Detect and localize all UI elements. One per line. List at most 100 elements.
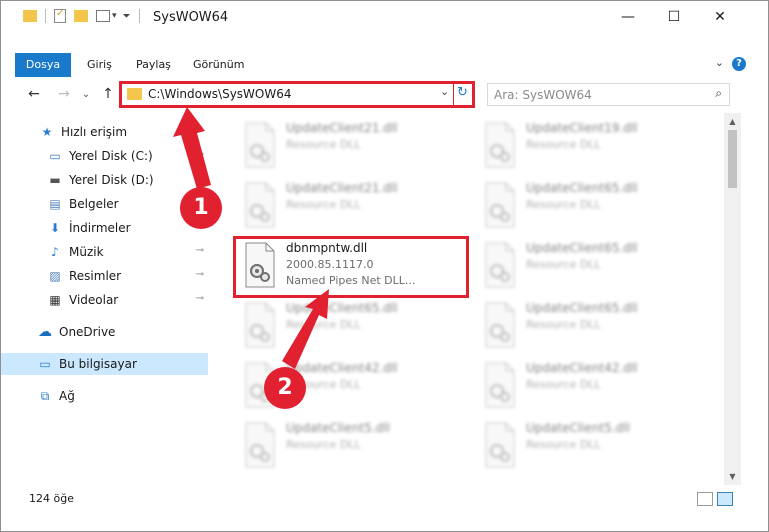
file-name: UpdateClient19.dll — [526, 121, 638, 135]
sidebar-item-local-disk-d[interactable]: ▬ Yerel Disk (D:) ⊸ — [1, 169, 208, 191]
file-name: UpdateClient42.dll — [526, 361, 638, 375]
file-name: dbnmpntw.dll — [286, 241, 368, 255]
file-name: UpdateClient65.dll — [526, 181, 638, 195]
file-tile[interactable]: UpdateClient65.dll Resource DLL — [476, 179, 706, 235]
sidebar-item-this-pc[interactable]: ▭ Bu bilgisayar — [1, 353, 208, 375]
help-icon[interactable]: ? — [732, 57, 746, 71]
sidebar-item-documents[interactable]: ▤ Belgeler ⊸ — [1, 193, 208, 215]
tab-home[interactable]: Giriş — [87, 53, 112, 77]
file-name: UpdateClient42.dll — [286, 361, 398, 375]
scroll-up-icon[interactable]: ▲ — [724, 113, 741, 130]
sidebar-item-label: İndirmeler — [69, 221, 131, 235]
status-item-count: 124 öğe — [29, 492, 74, 505]
search-box[interactable]: ⌕ — [487, 83, 730, 106]
search-icon[interactable]: ⌕ — [715, 86, 722, 101]
refresh-button[interactable]: ↻ — [457, 85, 468, 100]
file-description: Resource DLL — [526, 378, 601, 391]
sidebar-item-label: Hızlı erişim — [61, 125, 128, 139]
file-name: UpdateClient5.dll — [526, 421, 630, 435]
sidebar-item-pictures[interactable]: ▨ Resimler ⊸ — [1, 265, 208, 287]
dll-file-icon — [485, 122, 515, 168]
file-tile[interactable]: UpdateClient65.dll Resource DLL — [236, 299, 466, 355]
drive-icon: ▬ — [49, 173, 61, 187]
file-tile[interactable]: UpdateClient5.dll Resource DLL — [236, 419, 466, 475]
separator — [138, 9, 140, 23]
sidebar-item-videos[interactable]: ▦ Videolar ⊸ — [1, 289, 208, 311]
large-icons-view-button[interactable] — [717, 492, 733, 506]
computer-icon: ▭ — [39, 357, 51, 371]
document-icon: ▤ — [49, 197, 61, 211]
back-button[interactable]: ← — [23, 83, 45, 105]
address-bar[interactable]: C:\Windows\SysWOW64 ⌄ ↻ — [119, 81, 475, 108]
file-description: Resource DLL — [526, 438, 601, 451]
details-view-button[interactable] — [697, 492, 713, 506]
address-divider — [453, 84, 454, 105]
file-name: UpdateClient21.dll — [286, 121, 398, 135]
window-title: SysWOW64 — [153, 10, 229, 25]
network-icon: ⧉ — [40, 388, 50, 403]
tab-view[interactable]: Görünüm — [193, 53, 244, 77]
customize-view-icon[interactable] — [96, 10, 110, 22]
pin-icon: ⊸ — [195, 269, 204, 280]
file-tile[interactable]: UpdateClient21.dll Resource DLL — [236, 119, 466, 175]
file-tile[interactable]: UpdateClient65.dll Resource DLL — [476, 299, 706, 355]
file-description: Resource DLL — [286, 138, 361, 151]
tab-share[interactable]: Paylaş — [136, 53, 171, 77]
sidebar-item-downloads[interactable]: ⬇ İndirmeler ⊸ — [1, 217, 208, 239]
title-bar: ✓ ▾ ⏷ SysWOW64 — ☐ ✕ — [1, 1, 768, 35]
sidebar-item-label: Resimler — [69, 269, 122, 283]
minimize-button[interactable]: — — [605, 1, 651, 33]
vertical-scrollbar[interactable]: ▲ ▼ — [724, 113, 741, 485]
file-description: Resource DLL — [526, 258, 601, 271]
recent-locations-button[interactable]: ⌄ — [75, 83, 97, 105]
file-tile[interactable]: UpdateClient19.dll Resource DLL — [476, 119, 706, 175]
sidebar-item-quick-access[interactable]: ★ Hızlı erişim — [1, 121, 208, 143]
file-tile[interactable]: UpdateClient65.dll Resource DLL — [476, 239, 706, 295]
scroll-down-icon[interactable]: ▼ — [724, 468, 741, 485]
dll-file-icon — [485, 302, 515, 348]
quick-access-toolbar: ✓ ▾ ⏷ — [23, 8, 140, 23]
file-description: Resource DLL — [526, 138, 601, 151]
pin-icon: ⊸ — [195, 173, 204, 184]
file-description: Resource DLL — [286, 438, 361, 451]
file-name: UpdateClient21.dll — [286, 181, 398, 195]
file-description: Resource DLL — [526, 198, 601, 211]
properties-icon[interactable]: ✓ — [54, 8, 66, 23]
up-button[interactable]: ↑ — [97, 83, 119, 105]
file-list: UpdateClient21.dll Resource DLL UpdateCl… — [214, 113, 724, 485]
star-icon: ★ — [41, 125, 53, 139]
dll-file-icon — [245, 122, 275, 168]
close-button[interactable]: ✕ — [697, 1, 743, 33]
forward-button[interactable]: → — [53, 83, 75, 105]
sidebar-item-label: Bu bilgisayar — [59, 357, 137, 371]
sidebar-item-music[interactable]: ♪ Müzik ⊸ — [1, 241, 208, 263]
sidebar-item-label: Müzik — [69, 245, 104, 259]
maximize-button[interactable]: ☐ — [651, 1, 697, 33]
scrollbar-thumb[interactable] — [728, 130, 737, 188]
customize-toolbar-icon[interactable]: ⏷ — [123, 11, 131, 22]
file-description: Resource DLL — [286, 198, 361, 211]
search-input[interactable] — [494, 86, 694, 103]
dll-file-icon — [245, 422, 275, 468]
dll-file-icon — [245, 242, 275, 288]
pin-icon: ⊸ — [195, 245, 204, 256]
cloud-icon: ☁ — [38, 324, 52, 340]
file-tile[interactable]: UpdateClient42.dll Resource DLL — [476, 359, 706, 415]
ribbon-tabs: Dosya Giriş Paylaş Görünüm ⌄ ? — [1, 53, 768, 77]
file-tile[interactable]: UpdateClient5.dll Resource DLL — [476, 419, 706, 475]
sidebar-item-onedrive[interactable]: ☁ OneDrive — [1, 321, 208, 343]
ribbon-collapse-button[interactable]: ⌄ — [715, 56, 724, 69]
sidebar-item-local-disk-c[interactable]: ▭ Yerel Disk (C:) ⊸ — [1, 145, 208, 167]
sidebar-item-network[interactable]: ⧉ Ağ — [1, 385, 208, 407]
sidebar-item-label: Videolar — [69, 293, 119, 307]
tab-file[interactable]: Dosya — [15, 53, 71, 77]
chevron-down-icon[interactable]: ▾ — [112, 11, 117, 21]
new-folder-icon[interactable] — [74, 10, 88, 22]
file-tile[interactable]: UpdateClient21.dll Resource DLL — [236, 179, 466, 235]
address-dropdown-button[interactable]: ⌄ — [440, 85, 449, 98]
video-icon: ▦ — [49, 293, 61, 307]
address-path[interactable]: C:\Windows\SysWOW64 — [148, 87, 292, 101]
file-tile-dbnmpntw[interactable]: dbnmpntw.dll 2000.85.1117.0 Named Pipes … — [233, 236, 469, 298]
file-name: UpdateClient65.dll — [286, 301, 398, 315]
download-icon: ⬇ — [49, 221, 61, 235]
